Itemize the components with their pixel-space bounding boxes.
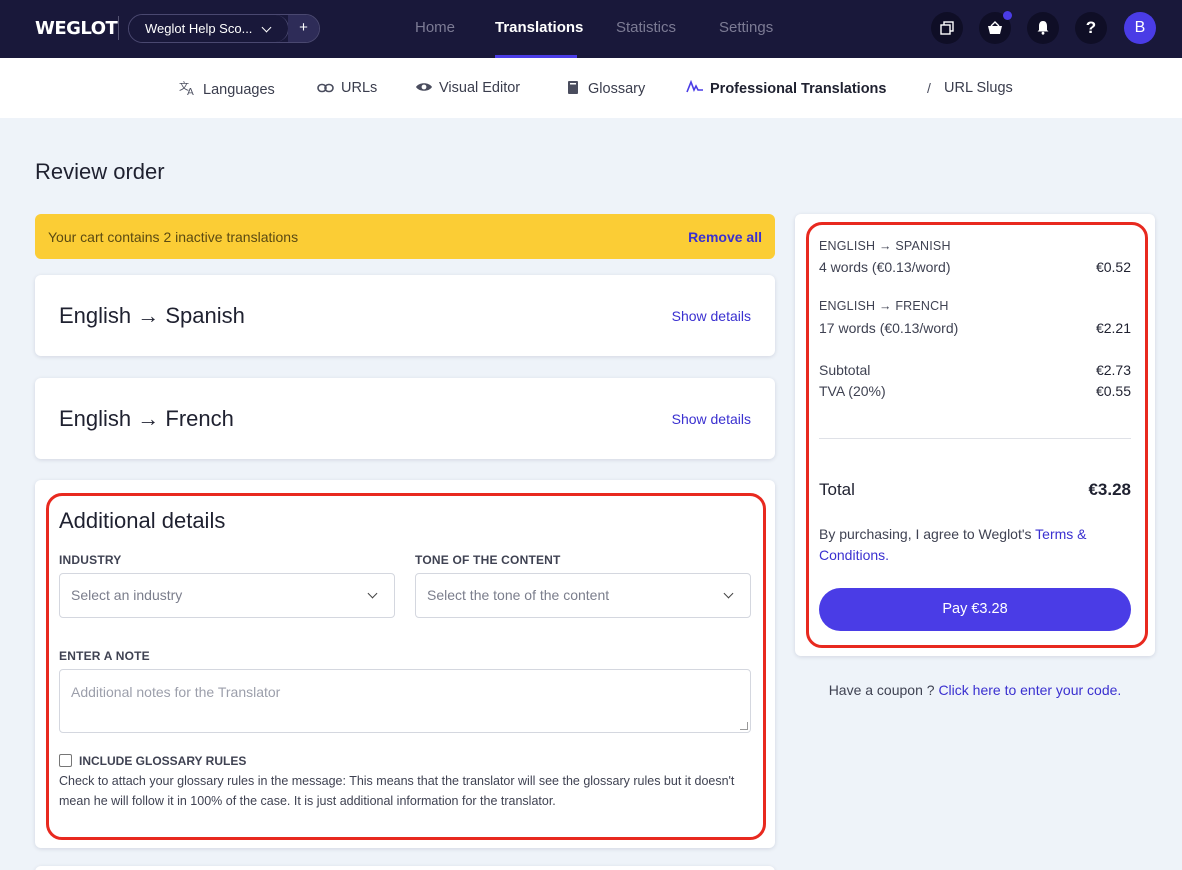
bell-icon[interactable] — [1027, 12, 1059, 44]
basket-icon — [988, 21, 1002, 34]
nav-home[interactable]: Home — [415, 19, 455, 36]
subnav-url-slugs-label: URL Slugs — [944, 80, 1013, 96]
subnav-urls-label: URLs — [341, 80, 378, 96]
chevron-down-icon — [261, 22, 272, 33]
translate-icon: 文A — [179, 80, 197, 99]
show-details-link[interactable]: Show details — [672, 308, 751, 324]
project-select[interactable]: Weglot Help Sco... — [129, 15, 289, 42]
svg-text:A: A — [187, 87, 194, 96]
subnav-glossary-label: Glossary — [588, 81, 646, 97]
book-icon — [564, 80, 582, 98]
book-icon-glyph — [568, 81, 578, 94]
show-details-link[interactable]: Show details — [672, 411, 751, 427]
subnav-url-slugs[interactable]: / URL Slugs — [920, 80, 1013, 96]
cart-notification-dot — [1003, 11, 1012, 20]
top-navbar: WEGLOT Weglot Help Sco... + Home Transla… — [0, 0, 1182, 58]
subnav-professional-translations-label: Professional Translations — [710, 80, 887, 97]
nav-translations[interactable]: Translations — [495, 19, 583, 36]
link-icon — [317, 80, 335, 96]
coupon-prompt: Have a coupon ? Click here to enter your… — [795, 682, 1155, 698]
subnav-glossary[interactable]: Glossary — [564, 80, 645, 98]
signature-icon-glyph — [686, 79, 703, 93]
order-card-spanish: English → Spanish Show details — [35, 275, 775, 356]
project-name: Weglot Help Sco... — [145, 21, 253, 36]
order-card-french: English → French Show details — [35, 378, 775, 459]
eye-icon-glyph — [416, 83, 432, 91]
add-project-button[interactable]: + — [288, 15, 319, 42]
banner-message: Your cart contains 2 inactive translatio… — [48, 229, 299, 245]
highlight-box-details — [46, 493, 766, 840]
order-title: English → French — [59, 406, 234, 431]
translate-icon-glyph: 文A — [179, 80, 194, 98]
subnav-urls[interactable]: URLs — [317, 80, 377, 96]
subnav-professional-translations[interactable]: Professional Translations — [686, 79, 887, 97]
page-title: Review order — [35, 159, 165, 184]
help-icon[interactable]: ? — [1075, 12, 1107, 44]
copy-icon-glyph — [940, 21, 954, 35]
bell-icon-glyph — [1037, 21, 1049, 35]
order-title: English → Spanish — [59, 303, 245, 328]
subnav-visual-editor-label: Visual Editor — [439, 80, 521, 96]
subnav-visual-editor[interactable]: Visual Editor — [415, 80, 520, 96]
coupon-link[interactable]: Click here to enter your code. — [938, 682, 1121, 698]
copy-icon[interactable] — [931, 12, 963, 44]
translations-subnav: 文A Languages URLs Visual Editor Glossary… — [0, 58, 1182, 118]
coupon-prefix: Have a coupon ? — [828, 682, 935, 698]
signature-icon — [686, 79, 704, 97]
weglot-logo[interactable]: WEGLOT — [35, 18, 118, 39]
highlight-box-summary — [806, 222, 1148, 648]
next-card-edge — [35, 866, 775, 870]
nav-settings[interactable]: Settings — [719, 19, 773, 36]
subnav-languages-label: Languages — [203, 81, 275, 98]
remove-all-link[interactable]: Remove all — [688, 229, 762, 245]
slash-icon: / — [927, 80, 931, 96]
inactive-translations-banner: Your cart contains 2 inactive translatio… — [35, 214, 775, 259]
avatar[interactable]: B — [1124, 12, 1156, 44]
project-switcher: Weglot Help Sco... + — [128, 14, 320, 43]
eye-icon — [415, 80, 433, 96]
nav-statistics[interactable]: Statistics — [616, 19, 676, 36]
link-icon-glyph — [317, 83, 334, 93]
logo-divider — [118, 16, 119, 40]
subnav-languages[interactable]: 文A Languages — [179, 80, 275, 99]
